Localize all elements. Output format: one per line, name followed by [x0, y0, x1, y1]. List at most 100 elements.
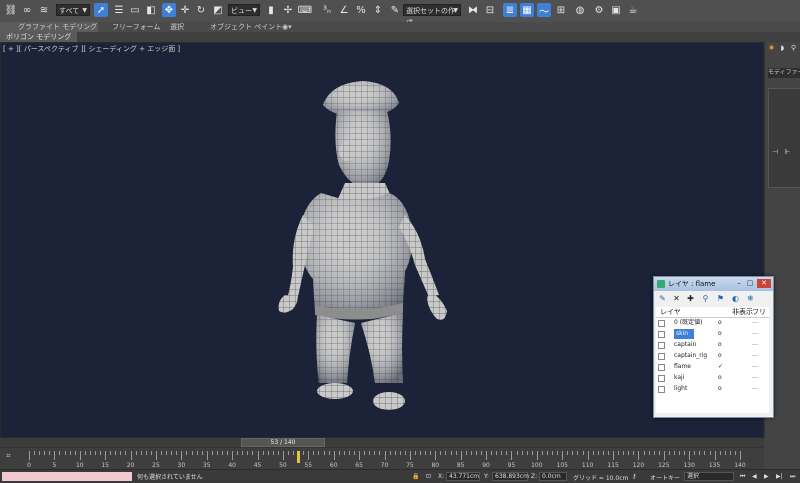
- layer-column-header[interactable]: レイヤ: [660, 307, 681, 317]
- layer-freeze-toggle[interactable]: ---: [752, 329, 759, 339]
- named-selection-dropdown[interactable]: 選択セットの作成▼: [403, 4, 461, 27]
- curve-editor-icon[interactable]: 〜: [537, 3, 551, 18]
- tab-graphite-modeling[interactable]: グラファイト モデリング ツール: [0, 22, 98, 41]
- layer-freeze-toggle[interactable]: ---: [752, 362, 759, 372]
- layer-row[interactable]: captain_rig o ---: [656, 351, 769, 361]
- render-production-icon[interactable]: ☕: [626, 3, 640, 17]
- layer-checkbox[interactable]: [658, 375, 665, 382]
- rendered-frame-icon[interactable]: ▣: [609, 3, 623, 17]
- material-editor-icon[interactable]: ◍: [573, 3, 587, 17]
- hierarchy-tab-icon[interactable]: ⚲: [789, 44, 798, 53]
- schematic-view-icon[interactable]: ⊞: [554, 3, 568, 17]
- create-layer-icon[interactable]: ✎: [658, 294, 667, 303]
- perspective-viewport[interactable]: [ + ][ パースペクティブ ][ シェーディング + エッジ面 ]: [0, 42, 764, 438]
- layer-freeze-toggle[interactable]: ---: [752, 384, 759, 394]
- bind-spacewarp-icon[interactable]: ≋: [37, 3, 51, 17]
- render-setup-icon[interactable]: ⚙: [592, 3, 606, 17]
- reference-coord-dropdown[interactable]: ビュー ▼: [228, 4, 260, 16]
- layer-checkbox[interactable]: [658, 353, 665, 360]
- layer-row[interactable]: light o ---: [656, 384, 769, 394]
- create-tab-icon[interactable]: ✹: [767, 44, 776, 53]
- maxscript-listener[interactable]: [2, 472, 132, 481]
- layer-row-selected[interactable]: skin o ---: [656, 329, 769, 339]
- layer-row[interactable]: flame ✓ ---: [656, 362, 769, 372]
- highlight-selected-icon[interactable]: ⚑: [716, 294, 725, 303]
- window-crossing-icon[interactable]: ◧: [144, 3, 158, 17]
- select-manipulate-icon[interactable]: ✢: [281, 3, 295, 17]
- edit-named-selection-icon[interactable]: ✎: [388, 3, 402, 17]
- modifier-list[interactable]: モディファイヤ: [768, 68, 800, 78]
- layer-freeze-toggle[interactable]: ---: [752, 373, 759, 383]
- add-to-layer-icon[interactable]: ✚: [686, 294, 695, 303]
- graphite-ribbon-icon[interactable]: ▦: [520, 3, 534, 17]
- angle-snap-icon[interactable]: ∠: [337, 3, 351, 17]
- layer-row[interactable]: captain o ---: [656, 340, 769, 350]
- layer-freeze-toggle[interactable]: ---: [752, 351, 759, 361]
- x-coordinate-field[interactable]: 43.771cm: [446, 472, 480, 481]
- mirror-icon[interactable]: ⧓: [466, 3, 480, 17]
- time-slider[interactable]: 53 / 140: [0, 438, 764, 447]
- tab-freeform[interactable]: フリーフォーム: [112, 22, 160, 32]
- layer-hide-toggle[interactable]: o: [718, 329, 722, 339]
- frame-ruler[interactable]: 0 5 10 15 20 25 30 35 40 45 50 55 60 65 70 75 80 85 90 95 10…: [27, 451, 746, 469]
- layer-hide-toggle[interactable]: o: [718, 384, 722, 394]
- layer-checkbox[interactable]: [658, 386, 665, 393]
- layer-freeze-toggle[interactable]: ---: [752, 340, 759, 350]
- align-icon[interactable]: ⊟: [483, 3, 497, 17]
- layer-hide-toggle[interactable]: o: [718, 340, 722, 350]
- mini-curve-editor-icon[interactable]: ⌗: [6, 451, 11, 461]
- percent-snap-icon[interactable]: %: [354, 3, 368, 17]
- layer-checkbox[interactable]: [658, 331, 665, 338]
- hide-column-header[interactable]: 非表示: [732, 307, 753, 317]
- rectangular-selection-icon[interactable]: ▭: [128, 3, 142, 17]
- key-mode-dropdown[interactable]: 選択: [684, 472, 734, 481]
- previous-frame-icon[interactable]: ◀: [752, 473, 757, 480]
- maximize-icon[interactable]: ▢: [745, 279, 755, 288]
- stack-buttons[interactable]: ⊣ ⊩: [772, 148, 792, 156]
- select-by-name-icon[interactable]: ☰: [112, 3, 126, 17]
- layer-hide-toggle[interactable]: o: [718, 373, 722, 383]
- move-icon[interactable]: ✛: [178, 3, 192, 17]
- layer-hide-toggle[interactable]: ✓: [718, 362, 723, 372]
- tab-selection[interactable]: 選択: [170, 22, 184, 32]
- modifier-stack[interactable]: [768, 88, 800, 188]
- layer-checkbox[interactable]: [658, 342, 665, 349]
- autokey-button[interactable]: オートキー: [650, 473, 680, 482]
- select-move-icon[interactable]: ✥: [162, 3, 176, 17]
- rotate-icon[interactable]: ↻: [194, 3, 208, 17]
- current-frame-marker[interactable]: [297, 451, 301, 463]
- layer-checkbox[interactable]: [658, 320, 665, 327]
- layer-row[interactable]: kaji o ---: [656, 373, 769, 383]
- polygon-modeling-panel[interactable]: ポリゴン モデリング: [0, 32, 78, 42]
- close-icon[interactable]: ✕: [757, 279, 771, 288]
- lock-icon[interactable]: 🔒: [412, 473, 419, 480]
- character-model[interactable]: [1, 43, 763, 437]
- y-coordinate-field[interactable]: 638.893cm: [492, 472, 529, 481]
- link-icon[interactable]: ⛓: [4, 3, 18, 17]
- freeze-all-layers-icon[interactable]: ❄: [746, 294, 755, 303]
- snap-toggle-icon[interactable]: ³ₙ: [320, 3, 334, 17]
- keyboard-shortcut-icon[interactable]: ⌨: [298, 3, 312, 17]
- play-icon[interactable]: ▶: [764, 473, 769, 480]
- pivot-center-icon[interactable]: ▮: [264, 3, 278, 17]
- layer-manager-icon[interactable]: ≣: [503, 3, 517, 17]
- scale-icon[interactable]: ◩: [211, 3, 225, 17]
- ribbon-options-icon[interactable]: ◉▾: [282, 22, 292, 32]
- spinner-snap-icon[interactable]: ⇕: [371, 3, 385, 17]
- z-coordinate-field[interactable]: 0.0cm: [539, 472, 567, 481]
- key-icon[interactable]: ⚷: [632, 473, 636, 480]
- layer-checkbox[interactable]: [658, 364, 665, 371]
- tab-object-paint[interactable]: オブジェクト ペイント: [210, 22, 282, 32]
- go-to-end-icon[interactable]: ⏭: [790, 473, 795, 481]
- hide-all-layers-icon[interactable]: ◐: [731, 294, 740, 303]
- absolute-mode-icon[interactable]: ⊡: [426, 473, 431, 480]
- layer-hide-toggle[interactable]: o: [718, 318, 722, 328]
- go-to-start-icon[interactable]: ⏮: [740, 473, 745, 481]
- select-objects-in-layer-icon[interactable]: ⚲: [701, 294, 710, 303]
- selection-filter-dropdown[interactable]: すべて ▼: [56, 4, 90, 16]
- modify-tab-icon[interactable]: ◗: [778, 44, 787, 53]
- layer-hide-toggle[interactable]: o: [718, 351, 722, 361]
- layer-dialog-titlebar[interactable]: レイヤ : flame – ▢ ✕: [654, 277, 773, 291]
- delete-layer-icon[interactable]: ✕: [672, 294, 681, 303]
- next-frame-icon[interactable]: ▶|: [776, 473, 783, 480]
